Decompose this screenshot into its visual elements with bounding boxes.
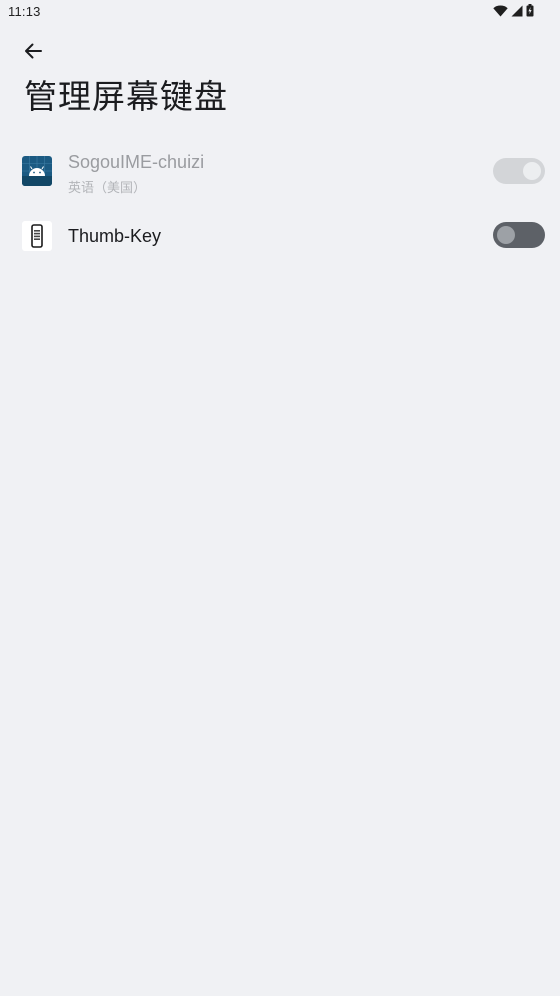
android-icon xyxy=(22,156,52,186)
keyboard-row-thumb-key[interactable]: Thumb-Key xyxy=(0,204,560,268)
back-button[interactable] xyxy=(18,38,48,68)
keyboard-row-sogouime[interactable]: SogouIME-chuizi 英语（美国） xyxy=(0,140,560,202)
status-time: 11:13 xyxy=(8,4,41,19)
toggle-knob xyxy=(497,226,515,244)
cell-signal-icon xyxy=(511,5,523,17)
status-icons xyxy=(493,4,534,17)
toggle-knob xyxy=(523,162,541,180)
status-bar: 11:13 xyxy=(0,0,560,24)
page-title: 管理屏幕键盘 xyxy=(24,77,228,116)
arrow-back-icon xyxy=(24,43,42,64)
battery-icon xyxy=(526,4,534,17)
keyboard-language: 英语（美国） xyxy=(68,181,147,196)
keypad-phone-icon xyxy=(22,221,52,251)
sogouime-toggle[interactable] xyxy=(493,158,545,184)
wifi-icon xyxy=(493,5,508,17)
keyboard-name: SogouIME-chuizi xyxy=(68,152,205,172)
thumb-key-toggle[interactable] xyxy=(493,222,545,248)
keyboard-name: Thumb-Key xyxy=(68,226,162,246)
